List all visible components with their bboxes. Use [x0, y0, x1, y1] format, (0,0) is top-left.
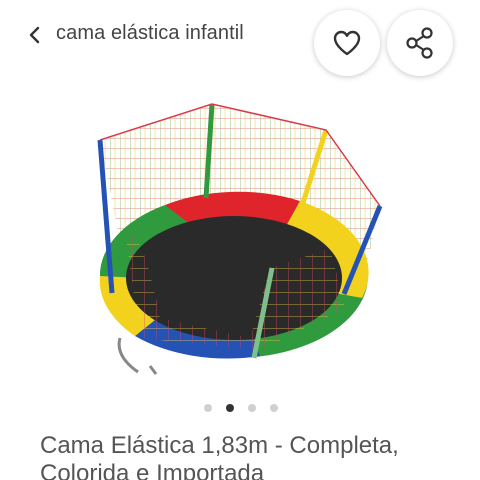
top-bar: cama elástica infantil — [0, 0, 480, 76]
pagination-dot-active[interactable] — [226, 404, 234, 412]
share-button[interactable] — [387, 10, 453, 76]
search-query-text[interactable]: cama elástica infantil — [56, 22, 244, 45]
pagination-dot[interactable] — [270, 404, 278, 412]
chevron-left-icon — [29, 26, 40, 44]
gallery-pagination — [0, 402, 480, 414]
back-button[interactable] — [22, 22, 48, 48]
product-image-gallery[interactable] — [0, 88, 480, 388]
pagination-dot[interactable] — [248, 404, 256, 412]
product-title: Cama Elástica 1,83m - Completa, Colorida… — [40, 432, 399, 480]
favorite-button[interactable] — [314, 10, 380, 76]
trampoline-image — [97, 103, 383, 375]
heart-icon — [333, 30, 361, 56]
share-icon — [406, 27, 433, 59]
pagination-dot[interactable] — [204, 404, 212, 412]
